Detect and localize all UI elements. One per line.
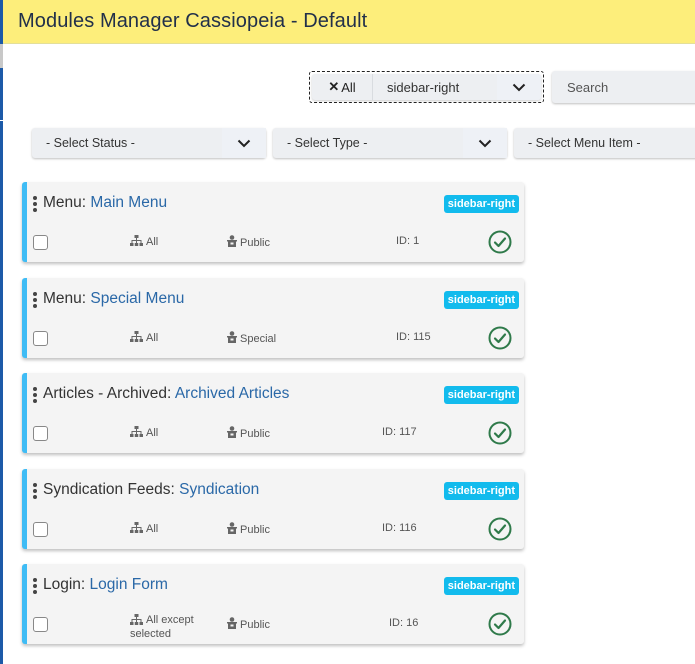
- chevron-down-icon: [463, 128, 507, 158]
- module-id: ID: 1: [396, 235, 420, 247]
- module-card: Menu: Special Menu sidebar-right All Spe…: [22, 278, 524, 358]
- access-level: Special: [227, 331, 276, 346]
- module-title: Menu: Special Menu: [43, 290, 185, 307]
- position-badge: sidebar-right: [443, 386, 519, 404]
- module-id: ID: 115: [396, 331, 431, 343]
- position-badge: sidebar-right: [443, 577, 519, 595]
- access-level: Public: [227, 522, 270, 537]
- module-title-link[interactable]: Login Form: [90, 576, 168, 593]
- select-checkbox[interactable]: [33, 426, 48, 441]
- select-checkbox[interactable]: [33, 235, 48, 250]
- status-select[interactable]: - Select Status -: [32, 128, 266, 158]
- clear-position-button[interactable]: ✕ All: [312, 74, 373, 100]
- position-badge: sidebar-right: [443, 482, 519, 500]
- drag-handle-icon[interactable]: [33, 292, 38, 310]
- pages-assignment: All: [130, 522, 158, 537]
- module-card: Login: Login Form sidebar-right All exce…: [22, 564, 524, 644]
- access-icon: [227, 235, 240, 250]
- chevron-down-icon[interactable]: [497, 74, 541, 100]
- select-checkbox[interactable]: [33, 522, 48, 537]
- sitemap-icon: [130, 522, 146, 537]
- pages-assignment: All except selected: [130, 614, 194, 640]
- module-title: Articles - Archived: Archived Articles: [43, 385, 290, 402]
- module-title: Menu: Main Menu: [43, 194, 168, 211]
- sitemap-icon: [130, 614, 146, 629]
- access-icon: [227, 522, 240, 537]
- access-level: Public: [227, 235, 270, 250]
- page-header: Modules Manager Cassiopeia - Default: [3, 0, 695, 44]
- select-checkbox[interactable]: [33, 331, 48, 346]
- module-title-link[interactable]: Syndication: [179, 481, 259, 498]
- times-icon: ✕: [328, 79, 340, 94]
- search-input[interactable]: Search: [552, 71, 695, 103]
- drag-handle-icon[interactable]: [33, 196, 38, 214]
- module-title: Login: Login Form: [43, 576, 168, 593]
- module-card: Articles - Archived: Archived Articles s…: [22, 373, 524, 453]
- published-check-icon[interactable]: [488, 326, 512, 350]
- module-card: Menu: Main Menu sidebar-right All Public…: [22, 182, 524, 262]
- sidebar-edge: [0, 0, 3, 664]
- module-title-link[interactable]: Archived Articles: [175, 385, 290, 402]
- module-card: Syndication Feeds: Syndication sidebar-r…: [22, 469, 524, 549]
- module-title: Syndication Feeds: Syndication: [43, 481, 260, 498]
- module-id: ID: 116: [382, 522, 417, 534]
- module-id: ID: 117: [382, 426, 417, 438]
- sitemap-icon: [130, 426, 146, 441]
- position-badge: sidebar-right: [443, 291, 519, 309]
- drag-handle-icon[interactable]: [33, 483, 38, 501]
- pages-assignment: All: [130, 426, 158, 441]
- menu-item-select[interactable]: - Select Menu Item -: [514, 128, 695, 158]
- pages-assignment: All: [130, 235, 158, 250]
- published-check-icon[interactable]: [488, 612, 512, 636]
- page-title: Modules Manager Cassiopeia - Default: [18, 10, 368, 32]
- access-icon: [227, 331, 240, 346]
- position-badge: sidebar-right: [443, 195, 519, 213]
- module-id: ID: 16: [389, 617, 419, 629]
- select-checkbox[interactable]: [33, 617, 48, 632]
- sitemap-icon: [130, 235, 146, 250]
- published-check-icon[interactable]: [488, 421, 512, 445]
- access-icon: [227, 426, 240, 441]
- sitemap-icon: [130, 331, 146, 346]
- chevron-down-icon: [222, 128, 266, 158]
- drag-handle-icon[interactable]: [33, 578, 38, 596]
- position-filter[interactable]: ✕ All sidebar-right: [309, 71, 544, 103]
- module-title-link[interactable]: Special Menu: [90, 290, 184, 307]
- module-title-link[interactable]: Main Menu: [90, 194, 167, 211]
- access-icon: [227, 617, 240, 632]
- access-level: Public: [227, 426, 270, 441]
- published-check-icon[interactable]: [488, 517, 512, 541]
- position-select-value[interactable]: sidebar-right: [373, 74, 497, 100]
- pages-assignment: All: [130, 331, 158, 346]
- access-level: Public: [227, 617, 270, 632]
- drag-handle-icon[interactable]: [33, 387, 38, 405]
- published-check-icon[interactable]: [488, 230, 512, 254]
- type-select[interactable]: - Select Type -: [273, 128, 507, 158]
